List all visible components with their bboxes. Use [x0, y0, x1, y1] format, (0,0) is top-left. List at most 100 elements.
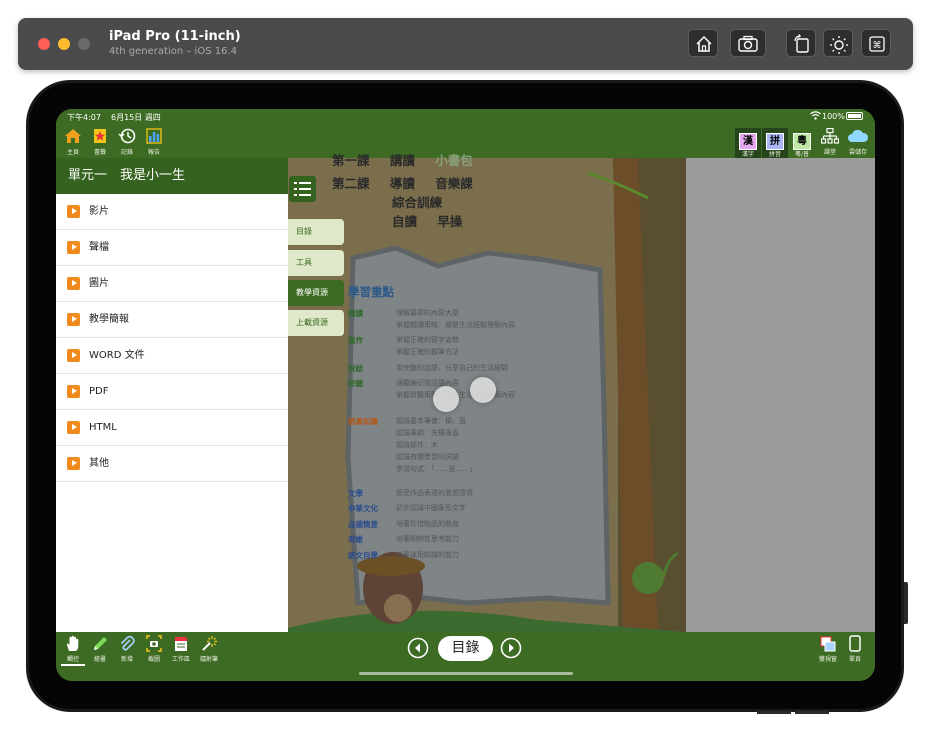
sidebar-item-slides[interactable]: 教學簡報 — [56, 302, 288, 338]
lesson-type: 導讀 — [389, 176, 415, 191]
cloud-icon — [848, 129, 869, 142]
tool-laser-pointer[interactable]: 鐳射筆 — [197, 635, 221, 663]
tool-label: 鐳射筆 — [199, 656, 218, 663]
point-category: 語文自學 — [348, 551, 378, 560]
volume-button — [757, 711, 791, 714]
simulator-toolbar: iPad Pro (11-inch) 4th generation – iOS … — [18, 18, 913, 70]
tool-add[interactable]: 新增 — [115, 635, 139, 663]
lesson-3: 綜合訓練 — [392, 195, 443, 210]
chart-icon — [146, 128, 162, 144]
lesson-2: 第二課 導讀 音樂課 — [332, 173, 473, 192]
status-bar: 下午4:07 6月15日 週四 100% — [56, 109, 875, 123]
sidebar-item-label: PDF — [89, 386, 109, 397]
single-page-button[interactable]: 單頁 — [843, 635, 867, 663]
side-button — [904, 582, 908, 624]
toolbar-label: 雲儲存 — [848, 149, 867, 156]
bookmark-icon — [94, 129, 106, 143]
play-icon — [67, 349, 80, 362]
toolbar-label: 課堂 — [823, 149, 836, 156]
point-line: 培養珍惜物品的態度 — [396, 520, 459, 528]
home-indicator[interactable] — [359, 672, 573, 675]
tool-screenshot[interactable]: 截圖 — [142, 635, 166, 663]
toolbar-classroom[interactable]: 課堂 — [817, 127, 843, 156]
sidebar-item-label: WORD 文件 — [89, 350, 145, 361]
tool-touch[interactable]: 觸控 — [61, 635, 85, 666]
point-category: 中華文化 — [348, 504, 378, 513]
toolbar-label: 漢字 — [741, 151, 754, 158]
hierarchy-icon — [820, 127, 840, 144]
minimize-window-button[interactable] — [58, 38, 70, 50]
sidebar-item-pdf[interactable]: PDF — [56, 374, 288, 410]
point-line: 掌握正確的寫字姿勢 — [396, 336, 459, 344]
table-of-contents-button[interactable]: 目錄 — [438, 636, 493, 661]
tool-worksheet[interactable]: 工作區 — [169, 635, 193, 663]
close-window-button[interactable] — [38, 38, 50, 50]
home-button[interactable] — [688, 29, 718, 57]
tool-label: 新增 — [120, 656, 133, 663]
tab-tools[interactable]: 工具 — [288, 250, 344, 276]
toolbar-pinyin[interactable]: 拼 拼音 — [762, 128, 788, 158]
keyboard-shortcut-button[interactable]: ⌘ — [861, 29, 891, 57]
point-category: 文學 — [348, 489, 363, 498]
lesson-number: 第一課 — [332, 153, 370, 168]
point-line: 理解篇章的內容大意 — [396, 309, 459, 317]
battery-percentage: 100% — [822, 112, 845, 121]
next-page-button[interactable] — [500, 637, 522, 659]
toolbar-report[interactable]: 報告 — [141, 128, 167, 156]
play-icon — [67, 241, 80, 254]
tool-label: 截圖 — [147, 656, 160, 663]
tool-draw[interactable]: 繪畫 — [88, 635, 112, 663]
toolbar-label: 拼音 — [768, 151, 781, 158]
lesson-1: 第一課 講讀 小書包 — [332, 150, 473, 169]
volume-button — [795, 711, 829, 714]
point-line: 感受作品表達的思想感情 — [396, 489, 473, 497]
screenshot-button[interactable] — [730, 29, 766, 57]
pencil-icon — [94, 637, 107, 650]
lesson-type: 講讀 — [389, 153, 415, 168]
rotate-button[interactable] — [786, 29, 816, 57]
zoom-window-button[interactable] — [78, 38, 90, 50]
status-date: 6月15日 週四 — [111, 113, 161, 122]
point-line: 培養運用知識的能力 — [396, 551, 459, 559]
dual-window-button[interactable]: 雙視窗 — [816, 635, 840, 663]
status-time: 下午4:07 — [67, 113, 101, 122]
home-icon — [65, 129, 81, 143]
ipad-screen: 下午4:07 6月15日 週四 100% 主頁 書籤 記錄 報告 漢 漢字 拼 … — [56, 109, 875, 681]
toolbar-history[interactable]: 記錄 — [114, 128, 140, 156]
toolbar-hanzi[interactable]: 漢 漢字 — [735, 128, 761, 158]
dual-window-icon — [820, 636, 836, 652]
sidebar-item-html[interactable]: HTML — [56, 410, 288, 446]
toolbar-cantonese-mandarin[interactable]: 粵 粵/普 — [789, 128, 815, 158]
tab-teaching-resources[interactable]: 教學資源 — [288, 280, 344, 306]
previous-page-button[interactable] — [407, 637, 429, 659]
simulator-subtitle: 4th generation – iOS 16.4 — [109, 46, 237, 57]
play-icon — [67, 277, 80, 290]
sidebar-item-video[interactable]: 影片 — [56, 194, 288, 230]
sidebar-item-audio[interactable]: 聲檔 — [56, 230, 288, 266]
point-line: 培養明辨性思考能力 — [396, 535, 459, 543]
toolbar-bookmark[interactable]: 書籤 — [87, 128, 113, 156]
command-icon: ⌘ — [869, 36, 885, 52]
book-page: 第一課 講讀 小書包 第二課 導讀 音樂課 綜合訓練 自讀 早操 學習重點 閱讀… — [288, 153, 686, 632]
menu-toggle-button[interactable] — [289, 176, 316, 202]
sidebar-item-word[interactable]: WORD 文件 — [56, 338, 288, 374]
sidebar-item-label: 影片 — [89, 206, 109, 217]
sidebar-item-label: 聲檔 — [89, 242, 109, 253]
sidebar-item-label: HTML — [89, 422, 117, 433]
play-icon — [67, 385, 80, 398]
sidebar-item-other[interactable]: 其他 — [56, 446, 288, 482]
toolbar-label: 粵/普 — [794, 151, 810, 158]
list-icon — [294, 182, 311, 196]
tab-contents[interactable]: 目錄 — [288, 219, 344, 245]
toolbar-home[interactable]: 主頁 — [60, 128, 86, 156]
point-category: 說話 — [348, 364, 363, 373]
play-icon — [67, 205, 80, 218]
point-line: 認識有關學習的詞語 — [396, 453, 459, 461]
hanzi-icon: 漢 — [739, 133, 757, 150]
toolbar-cloud-storage[interactable]: 雲儲存 — [845, 128, 871, 156]
tool-label: 繪畫 — [93, 656, 106, 663]
sidebar-item-image[interactable]: 圖片 — [56, 266, 288, 302]
brightness-button[interactable] — [823, 29, 853, 57]
pinyin-icon: 拼 — [766, 133, 784, 150]
tab-upload-resources[interactable]: 上載資源 — [288, 310, 344, 336]
